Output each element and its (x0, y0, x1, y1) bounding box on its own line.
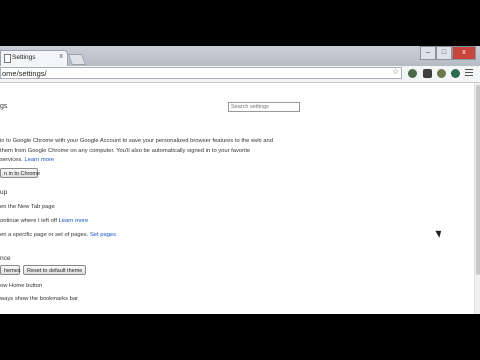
set-pages-link[interactable]: Set pages (90, 232, 116, 238)
startup-option-specific-label[interactable]: en a specific page or set of pages. (0, 232, 88, 238)
menu-icon[interactable] (465, 69, 473, 78)
startup-option-continue-label[interactable]: ontinue where I left off (0, 218, 57, 224)
extension-icon[interactable] (408, 69, 417, 78)
signin-text-line3: services. Learn more (0, 157, 54, 163)
startup-option-continue[interactable]: ontinue where I left off Learn more (0, 218, 88, 224)
reset-theme-button[interactable]: Reset to default theme (23, 265, 86, 275)
signin-text-services: services. (0, 157, 23, 163)
settings-page: gs in to Google Chrome with your Google … (0, 83, 474, 314)
browser-window: Settings x – □ x ome/settings/ ☆ gs in t… (0, 46, 480, 314)
startup-option-specific-pages[interactable]: en a specific page or set of pages. Set … (0, 232, 116, 238)
signin-text-line1: in to Google Chrome with your Google Acc… (0, 138, 273, 144)
new-tab-button[interactable] (67, 54, 87, 65)
startup-learn-more-link[interactable]: Learn more (59, 218, 89, 224)
page-title: gs (0, 103, 8, 110)
startup-heading: up (0, 189, 8, 196)
tab-strip: Settings x – □ x (0, 46, 480, 67)
extension-icon[interactable] (423, 69, 432, 78)
scrollbar-thumb[interactable] (476, 85, 480, 275)
extension-icon[interactable] (451, 69, 460, 78)
startup-option-new-tab[interactable]: en the New Tab page (0, 204, 55, 210)
toolbar: ome/settings/ ☆ (0, 66, 480, 83)
scrollbar[interactable] (474, 83, 480, 314)
sign-in-button[interactable]: n in to Chrome (0, 168, 40, 178)
signin-text-line2: them from Google Chrome on any computer.… (0, 148, 251, 154)
appearance-heading: nce (0, 255, 11, 262)
signin-learn-more-link[interactable]: Learn more (25, 157, 55, 163)
address-bar[interactable]: ome/settings/ (0, 67, 402, 79)
tab-title: Settings (12, 54, 36, 61)
letterbox-bottom (0, 314, 480, 360)
search-settings-input[interactable] (228, 102, 300, 112)
get-themes-button[interactable]: hemes (0, 265, 21, 275)
page-icon (4, 54, 11, 63)
bookmark-star-icon[interactable]: ☆ (392, 67, 399, 76)
minimize-button[interactable]: – (420, 46, 436, 60)
extension-icon[interactable] (437, 69, 446, 78)
maximize-button[interactable]: □ (436, 46, 452, 60)
show-home-button-option[interactable]: ow Home button (0, 283, 42, 289)
close-button[interactable]: x (452, 46, 476, 60)
tab-settings[interactable]: Settings x (0, 50, 68, 67)
window-controls: – □ x (420, 46, 476, 60)
tab-close-icon[interactable]: x (60, 53, 64, 60)
show-bookmarks-bar-option[interactable]: ways show the bookmarks bar (0, 296, 78, 302)
screen: Settings x – □ x ome/settings/ ☆ gs in t… (0, 0, 480, 360)
letterbox-top (0, 0, 480, 46)
